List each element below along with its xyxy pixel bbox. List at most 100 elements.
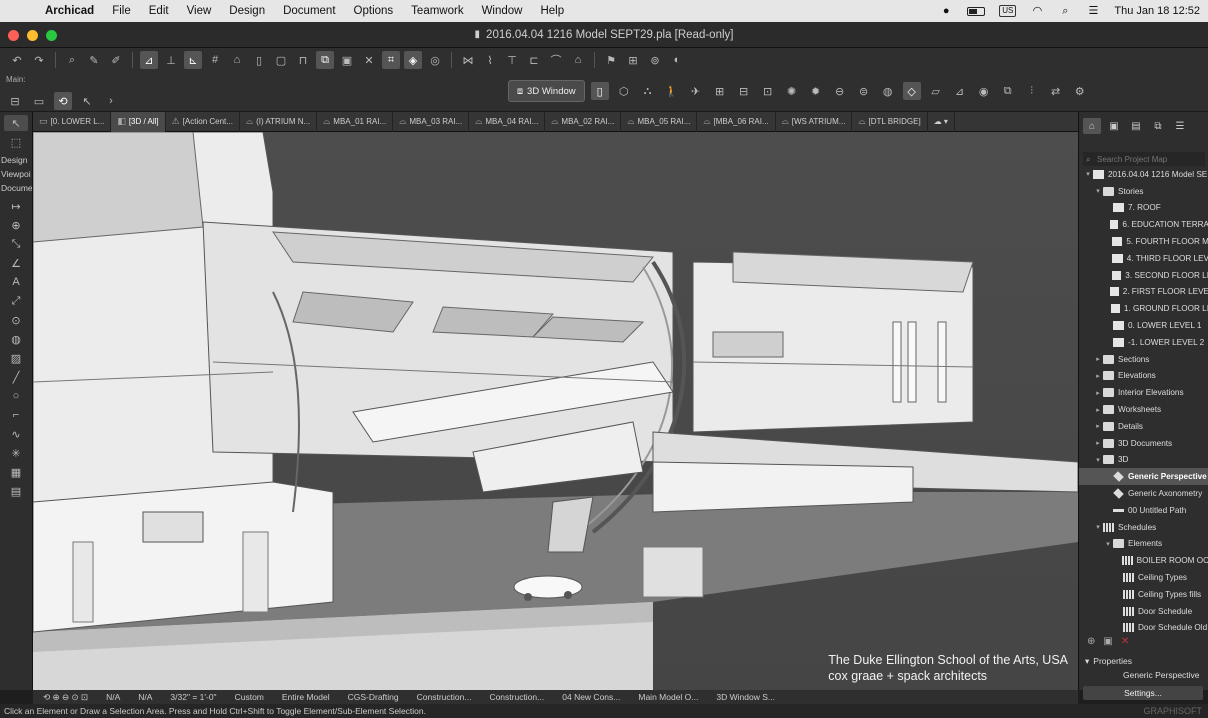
project-map-item[interactable]: ▸ Interior Elevations <box>1079 384 1208 401</box>
project-map-item[interactable]: ▸ 3D Documents <box>1079 435 1208 452</box>
minimize-window-button[interactable] <box>27 30 38 41</box>
3d-viewport[interactable]: The Duke Ellington School of the Arts, U… <box>33 132 1078 690</box>
project-map-item[interactable]: ▾ 2016.04.04 1216 Model SE <box>1079 166 1208 183</box>
arrow-tool-icon[interactable]: ↖ <box>78 92 96 110</box>
element-info-icon[interactable]: ⊟ <box>6 92 24 110</box>
menu-window[interactable]: Window <box>473 5 532 17</box>
battery-icon[interactable] <box>967 6 986 16</box>
project-map-item[interactable]: 2. FIRST FLOOR LEVE <box>1079 284 1208 301</box>
status-angle[interactable]: N/A <box>100 692 126 702</box>
layer-combo-icon[interactable]: ▭ <box>30 92 48 110</box>
fit-in-window-icon[interactable]: ⊡ <box>759 82 777 100</box>
menu-file[interactable]: File <box>103 5 140 17</box>
menu-teamwork[interactable]: Teamwork <box>402 5 472 17</box>
3d-window-button[interactable]: ⧈ 3D Window <box>508 80 585 102</box>
publisher-sets-icon[interactable]: ⧉ <box>1149 118 1167 134</box>
status-scale[interactable]: 3/32" = 1'-0" <box>164 692 222 702</box>
clone-folder-icon[interactable]: ▣ <box>1103 636 1112 647</box>
menu-view[interactable]: View <box>178 5 221 17</box>
chevron-right-icon[interactable]: ▸ <box>1093 372 1103 380</box>
tab-mba-04[interactable]: ⌓ MBA_04 RAI... <box>469 111 546 132</box>
status-pen-set[interactable]: CGS-Drafting <box>342 692 405 702</box>
shadow-icon[interactable]: ⊿ <box>951 82 969 100</box>
level-dimension-icon[interactable]: ⊕ <box>4 217 28 233</box>
spline-icon[interactable]: ∿ <box>4 426 28 442</box>
project-map-item[interactable]: Ceiling Types <box>1079 569 1208 586</box>
view-map-icon[interactable]: ▣ <box>1105 118 1123 134</box>
find-select-icon[interactable]: ⌕ <box>63 51 81 69</box>
status-3d-window-style[interactable]: 3D Window S... <box>710 692 781 702</box>
radial-dimension-icon[interactable]: ⤡ <box>4 236 28 252</box>
lock-icon[interactable]: ⊓ <box>294 51 312 69</box>
toolbox-group-viewpoint[interactable]: Viewpoi <box>0 167 32 181</box>
tab-mba-06[interactable]: ⌓ [MBA_06 RAI... <box>697 111 776 132</box>
status-layer-combination[interactable]: Custom <box>229 692 270 702</box>
publisher-icon[interactable]: ⊞ <box>624 51 642 69</box>
navigation-mode-icon[interactable]: ⛬ <box>639 82 657 100</box>
chevron-right-icon[interactable]: ▸ <box>1093 422 1103 430</box>
menu-edit[interactable]: Edit <box>140 5 178 17</box>
close-window-button[interactable] <box>8 30 19 41</box>
roof-icon[interactable]: ⌂ <box>569 51 587 69</box>
render-icon[interactable]: ⧉ <box>999 82 1017 100</box>
snap-points-icon[interactable]: ⊾ <box>184 51 202 69</box>
project-map-item[interactable]: -1. LOWER LEVEL 2 <box>1079 334 1208 351</box>
line-icon[interactable]: ╱ <box>4 369 28 385</box>
project-map-item[interactable]: Door Schedule <box>1079 603 1208 620</box>
control-center-icon[interactable]: ☰ <box>1086 5 1100 17</box>
status-structure-display[interactable]: Main Model O... <box>632 692 704 702</box>
project-map-item[interactable]: 00 Untitled Path <box>1079 502 1208 519</box>
inject-parameters-icon[interactable]: ✐ <box>107 51 125 69</box>
show-all-icon[interactable]: ▣ <box>338 51 356 69</box>
project-map-item[interactable]: 5. FOURTH FLOOR M <box>1079 233 1208 250</box>
angle-dimension-icon[interactable]: ∠ <box>4 255 28 271</box>
chevron-right-icon[interactable]: ▸ <box>1093 439 1103 447</box>
graphic-override-icon[interactable]: ⚙ <box>1071 82 1089 100</box>
filter-icon[interactable]: ⊜ <box>855 82 873 100</box>
markup-icon[interactable]: ⊚ <box>646 51 664 69</box>
project-map-item[interactable]: BOILER ROOM OC <box>1079 552 1208 569</box>
tab-ws-atrium[interactable]: ⌓ [WS ATRIUM... <box>776 111 853 132</box>
menubar-clock[interactable]: Thu Jan 18 12:52 <box>1114 5 1200 17</box>
globe-icon[interactable]: ◍ <box>4 331 28 347</box>
circle-icon[interactable]: ○ <box>4 388 28 404</box>
pick-up-parameters-icon[interactable]: ✎ <box>85 51 103 69</box>
project-map-icon[interactable]: ⌂ <box>1083 118 1101 134</box>
renovation-filter-icon[interactable]: ◎ <box>426 51 444 69</box>
project-map-item[interactable]: ▾ Stories <box>1079 183 1208 200</box>
marquee-icon[interactable]: ⌗ <box>382 51 400 69</box>
settings-button[interactable]: Settings... <box>1083 686 1203 700</box>
shading-icon[interactable]: ◍ <box>879 82 897 100</box>
tab-mba-01[interactable]: ⌓ MBA_01 RAI... <box>317 111 394 132</box>
project-map-item[interactable]: ▾ Elements <box>1079 536 1208 553</box>
tab-mba-02[interactable]: ⌓ MBA_02 RAI... <box>545 111 622 132</box>
navigator-menu-icon[interactable]: ☰ <box>1171 118 1189 134</box>
project-map-item[interactable]: ▾ 3D <box>1079 452 1208 469</box>
flag-icon[interactable]: ⚑ <box>602 51 620 69</box>
trace-icon[interactable]: ⧉ <box>316 51 334 69</box>
orbit-icon[interactable]: ⟲ <box>54 92 72 110</box>
chevron-right-icon[interactable]: › <box>102 92 120 110</box>
layer-icon[interactable]: ▢ <box>272 51 290 69</box>
tab-3d-all[interactable]: ◧ [3D / All] <box>111 111 166 132</box>
spotlight-search-icon[interactable]: ⌕ <box>1058 5 1072 17</box>
menu-app-name[interactable]: Archicad <box>36 5 103 17</box>
bimx-icon[interactable]: ◐ <box>668 51 686 69</box>
offset-icon[interactable]: ⊏ <box>525 51 543 69</box>
properties-header[interactable]: ▾ Properties <box>1079 654 1208 668</box>
menu-help[interactable]: Help <box>531 5 573 17</box>
figure-icon[interactable]: ▦ <box>4 464 28 480</box>
marquee-tool-icon[interactable]: ⬚ <box>4 134 28 150</box>
dimension-icon[interactable]: ↦ <box>4 198 28 214</box>
cutting-plane-icon[interactable]: ⊖ <box>831 82 849 100</box>
toolbox-group-document[interactable]: Docume <box>0 181 32 195</box>
project-map-search-input[interactable] <box>1083 152 1205 166</box>
grid-snap-icon[interactable]: # <box>206 51 224 69</box>
undo-zoom-icon[interactable]: ⟲ ⊕ ⊖ ⊙ ⊡ <box>37 692 94 703</box>
tab-action-center[interactable]: ⚠ [Action Cent... <box>166 111 240 132</box>
zoom-out-icon[interactable]: ⊟ <box>735 82 753 100</box>
guide-lines-icon[interactable]: ⊿ <box>140 51 158 69</box>
chevron-right-icon[interactable]: ▸ <box>1093 406 1103 414</box>
text-icon[interactable]: A <box>4 274 28 290</box>
record-icon[interactable]: ● <box>939 5 953 17</box>
